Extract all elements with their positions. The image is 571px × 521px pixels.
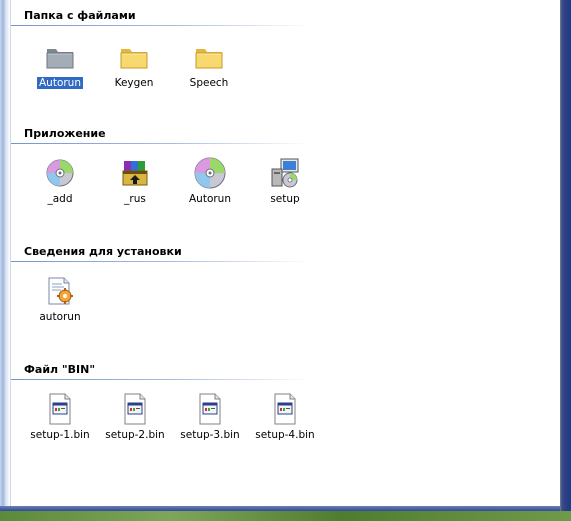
item-bin-setup-2[interactable]: setup-2.bin	[100, 393, 170, 457]
item-label: Autorun	[36, 77, 83, 89]
bin-file-icon	[269, 393, 301, 425]
item-label: _add	[47, 193, 73, 205]
item-inf-autorun[interactable]: autorun	[25, 275, 95, 339]
bin-file-icon	[194, 393, 226, 425]
item-label: Keygen	[114, 77, 154, 89]
item-label: Speech	[189, 77, 229, 89]
group-divider	[11, 379, 311, 380]
item-label: setup	[270, 193, 300, 205]
item-label: autorun	[39, 311, 81, 323]
cd-disc-icon	[44, 157, 76, 189]
item-bin-setup-4[interactable]: setup-4.bin	[250, 393, 320, 457]
folder-icon	[193, 41, 225, 73]
item-bin-setup-3[interactable]: setup-3.bin	[175, 393, 245, 457]
item-app-setup[interactable]: setup	[250, 157, 320, 221]
grey-folder-icon	[44, 41, 76, 73]
item-folder-keygen[interactable]: Keygen	[99, 41, 169, 105]
item-label: setup-3.bin	[180, 429, 240, 441]
setup-information-icon	[44, 275, 76, 307]
item-folder-autorun[interactable]: Autorun	[25, 41, 95, 105]
winrar-books-icon	[119, 157, 151, 189]
item-label: setup-4.bin	[255, 429, 315, 441]
desktop-background	[0, 511, 571, 521]
item-bin-setup-1[interactable]: setup-1.bin	[25, 393, 95, 457]
group-title: Приложение	[24, 127, 106, 140]
group-divider	[11, 143, 311, 144]
group-title: Сведения для установки	[24, 245, 182, 258]
window-left-border	[0, 0, 11, 510]
item-app-autorun[interactable]: Autorun	[175, 157, 245, 221]
item-app-add[interactable]: _add	[25, 157, 95, 221]
item-label: setup-2.bin	[105, 429, 165, 441]
group-divider	[11, 25, 311, 26]
cd-disc-icon	[194, 157, 226, 189]
file-list-view[interactable]: Папка с файлами Autorun Keygen Speech Пр…	[11, 0, 560, 506]
setup-computer-icon	[269, 157, 301, 189]
bin-file-icon	[44, 393, 76, 425]
item-label: setup-1.bin	[30, 429, 90, 441]
group-divider	[11, 261, 311, 262]
window-right-frame	[560, 0, 571, 521]
item-app-rus[interactable]: _rus	[100, 157, 170, 221]
item-label: _rus	[124, 193, 146, 205]
folder-icon	[118, 41, 150, 73]
group-title: Файл "BIN"	[24, 363, 96, 376]
item-folder-speech[interactable]: Speech	[174, 41, 244, 105]
group-title: Папка с файлами	[24, 9, 136, 22]
item-label: Autorun	[188, 193, 231, 205]
bin-file-icon	[119, 393, 151, 425]
